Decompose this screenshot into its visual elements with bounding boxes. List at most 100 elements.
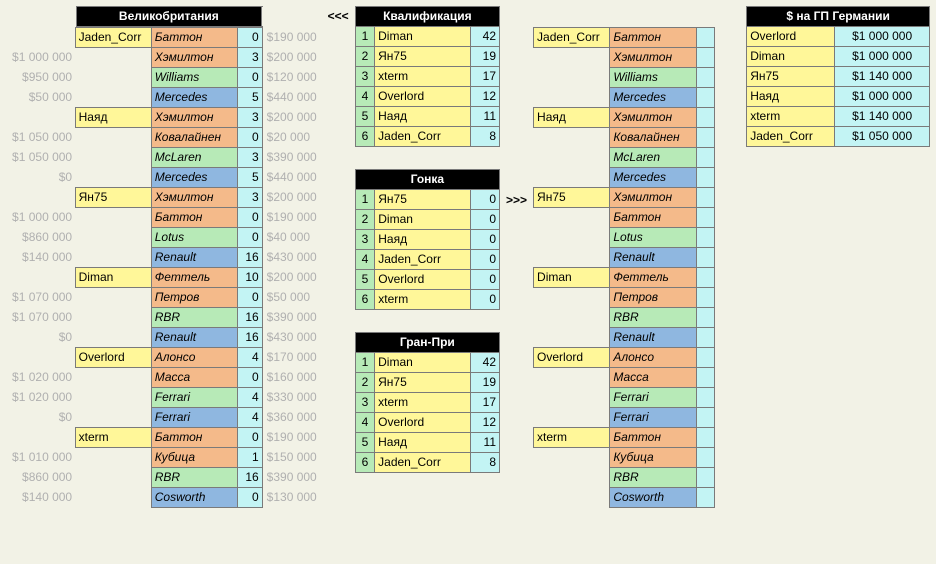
player-cell: Jaden_Corr (75, 28, 151, 48)
pick-pts-empty (696, 68, 714, 88)
rank-pts: 12 (470, 87, 499, 107)
money-left: $1 000 000 (6, 48, 75, 68)
pick-name: Mercedes (151, 88, 237, 108)
rank-name: xterm (375, 393, 471, 413)
pick-name: McLaren (610, 148, 697, 168)
rank-name: Overlord (375, 270, 471, 290)
money-header: $ на ГП Германии (747, 7, 930, 27)
rank-name: Jaden_Corr (375, 127, 471, 147)
pick-name: RBR (151, 308, 237, 328)
pick-pts-empty (696, 468, 714, 488)
rank-name: Jaden_Corr (375, 453, 471, 473)
pick-pts-empty (696, 88, 714, 108)
player-cell: Наяд (534, 108, 610, 128)
rank-name: Jaden_Corr (375, 250, 471, 270)
pick-pts: 0 (237, 288, 262, 308)
middle-block: Квалификация 1Diman422Ян75193xterm174Ove… (355, 6, 500, 473)
money-left: $0 (6, 168, 75, 188)
race-table: Гонка 1Ян7502Diman03Наяд04Jaden_Corr05Ov… (355, 169, 500, 310)
money-left (6, 428, 75, 448)
money-right: $50 000 (262, 288, 321, 308)
pick-name: Renault (610, 328, 697, 348)
pick-name: Феттель (610, 268, 697, 288)
money-right: $390 000 (262, 468, 321, 488)
player-cell: Ян75 (534, 188, 610, 208)
money-amount: $1 140 000 (835, 67, 930, 87)
money-left: $0 (6, 328, 75, 348)
money-left (6, 28, 75, 48)
money-name: Ян75 (747, 67, 835, 87)
rank-name: Overlord (375, 413, 471, 433)
rank-name: Ян75 (375, 190, 471, 210)
pick-pts: 0 (237, 68, 262, 88)
money-left: $1 020 000 (6, 368, 75, 388)
pick-pts-empty (696, 268, 714, 288)
pick-pts: 0 (237, 428, 262, 448)
money-name: Jaden_Corr (747, 127, 835, 147)
pick-pts-empty (696, 148, 714, 168)
money-right: $150 000 (262, 448, 321, 468)
rank-pos: 4 (355, 413, 374, 433)
money-right: $120 000 (262, 68, 321, 88)
pick-pts-empty (696, 168, 714, 188)
pick-pts: 10 (237, 268, 262, 288)
player-cell: xterm (75, 428, 151, 448)
money-left (6, 188, 75, 208)
money-left: $860 000 (6, 228, 75, 248)
money-right: $200 000 (262, 48, 321, 68)
pick-name: Renault (151, 248, 237, 268)
money-right: $440 000 (262, 168, 321, 188)
pick-name: RBR (610, 468, 697, 488)
pick-pts-empty (696, 448, 714, 468)
rank-pts: 17 (470, 393, 499, 413)
rank-pts: 19 (470, 47, 499, 67)
rank-name: xterm (375, 67, 471, 87)
pick-name: Ferrari (610, 408, 697, 428)
pick-pts-empty (696, 48, 714, 68)
rank-pts: 17 (470, 67, 499, 87)
money-right: $40 000 (262, 228, 321, 248)
pick-pts: 16 (237, 308, 262, 328)
money-table: $ на ГП Германии Overlord$1 000 000Diman… (746, 6, 930, 147)
pick-name: Алонсо (151, 348, 237, 368)
arrows-right: >>> (506, 6, 527, 210)
pick-name: Петров (151, 288, 237, 308)
pick-pts: 5 (237, 88, 262, 108)
pick-name: Mercedes (610, 88, 697, 108)
pick-pts: 0 (237, 28, 262, 48)
pick-pts: 3 (237, 148, 262, 168)
pick-pts-empty (696, 228, 714, 248)
money-left: $860 000 (6, 468, 75, 488)
pick-name: RBR (151, 468, 237, 488)
rank-pos: 2 (355, 210, 375, 230)
rank-pos: 6 (355, 290, 375, 310)
pick-pts: 4 (237, 348, 262, 368)
pick-pts: 4 (237, 388, 262, 408)
money-right: $390 000 (262, 308, 321, 328)
pick-pts: 0 (237, 208, 262, 228)
pick-pts: 5 (237, 168, 262, 188)
rank-pos: 4 (355, 250, 375, 270)
rank-name: Diman (375, 210, 471, 230)
money-right: $200 000 (262, 188, 321, 208)
rank-pos: 1 (355, 27, 374, 47)
money-amount: $1 000 000 (835, 47, 930, 67)
player-cell: Наяд (75, 108, 151, 128)
pick-pts-empty (696, 128, 714, 148)
pick-name: Lotus (151, 228, 237, 248)
pick-name: Масса (610, 368, 697, 388)
pick-name: Lotus (610, 228, 697, 248)
money-right: $360 000 (262, 408, 321, 428)
pick-pts: 16 (237, 248, 262, 268)
money-left: $1 050 000 (6, 148, 75, 168)
money-left: $1 000 000 (6, 208, 75, 228)
money-left: $140 000 (6, 248, 75, 268)
rank-name: Наяд (375, 433, 471, 453)
money-left: $140 000 (6, 488, 75, 508)
player-cell: Diman (534, 268, 610, 288)
money-right: $20 000 (262, 128, 321, 148)
pick-name: Ferrari (610, 388, 697, 408)
rank-pts: 0 (471, 230, 500, 250)
money-right: $130 000 (262, 488, 321, 508)
rank-pts: 0 (471, 270, 500, 290)
